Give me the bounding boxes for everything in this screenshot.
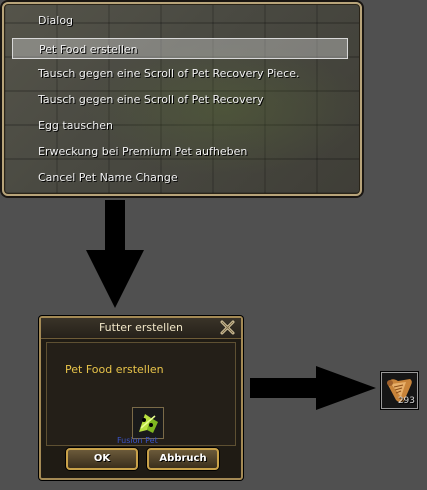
pet-food-icon[interactable]	[132, 407, 164, 439]
abbruch-button[interactable]: Abbruch	[147, 448, 219, 470]
close-icon[interactable]	[220, 320, 235, 335]
menu-item-cancel-name-change[interactable]: Cancel Pet Name Change	[12, 167, 348, 188]
menu-item-tausch-recovery[interactable]: Tausch gegen eine Scroll of Pet Recovery	[12, 89, 348, 110]
dialog-body: Pet Food erstellen Fusion Pet	[46, 342, 236, 446]
menu-item-egg-tauschen[interactable]: Egg tauschen	[12, 115, 348, 136]
menu-item-tausch-recovery-piece[interactable]: Tausch gegen eine Scroll of Pet Recovery…	[12, 63, 348, 84]
menu-item-pet-food-erstellen[interactable]: Pet Food erstellen	[12, 38, 348, 59]
dialog-text: Pet Food erstellen	[65, 363, 164, 376]
futter-erstellen-dialog: Futter erstellen Pet Food erstellen Fusi…	[39, 316, 243, 480]
dialog-title: Futter erstellen	[41, 318, 241, 339]
menu-item-dialog[interactable]: Dialog	[12, 10, 348, 31]
arrow-down-icon	[86, 200, 144, 308]
npc-menu: Dialog Pet Food erstellen Tausch gegen e…	[2, 2, 362, 196]
menu-item-erweckung-aufheben[interactable]: Erweckung bei Premium Pet aufheben	[12, 141, 348, 162]
ok-button[interactable]: OK	[66, 448, 138, 470]
food-item-name: Fusion Pet	[117, 436, 158, 445]
arrow-right-icon	[250, 366, 376, 410]
item-count: 293	[397, 396, 415, 406]
result-item-slot[interactable]: 293	[381, 372, 418, 409]
